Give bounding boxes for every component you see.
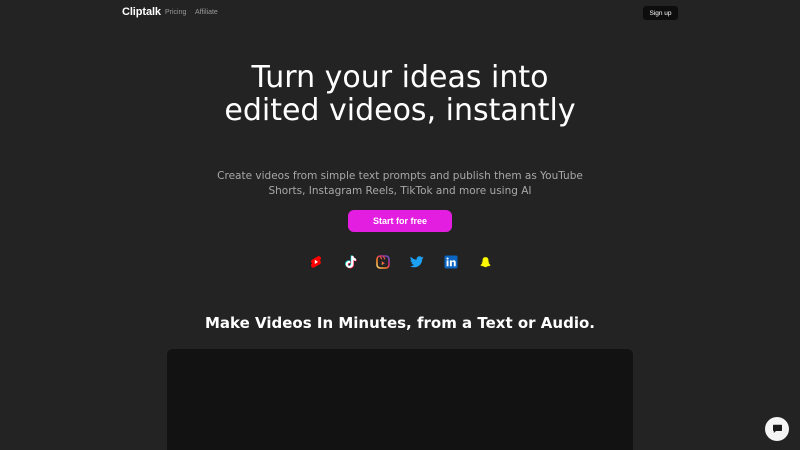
snapchat-icon[interactable] (476, 253, 494, 271)
section-title: Make Videos In Minutes, from a Text or A… (205, 314, 595, 332)
top-nav: Cliptalk Pricing Affiliate Sign up (0, 0, 800, 26)
tiktok-icon[interactable] (341, 253, 359, 271)
chat-icon (772, 424, 782, 433)
twitter-icon[interactable] (408, 253, 426, 271)
nav-link-affiliate[interactable]: Affiliate (195, 9, 218, 16)
video-player[interactable] (167, 349, 633, 450)
hero-title: Turn your ideas into edited videos, inst… (224, 60, 576, 128)
start-for-free-button[interactable]: Start for free (348, 210, 452, 232)
nav-link-pricing[interactable]: Pricing (165, 9, 186, 16)
logo[interactable]: Cliptalk (122, 6, 161, 18)
signup-button[interactable]: Sign up (643, 6, 678, 20)
linkedin-icon[interactable] (442, 253, 460, 271)
chat-button[interactable] (765, 417, 789, 441)
instagram-reels-icon[interactable] (374, 253, 392, 271)
platform-icons (306, 253, 496, 271)
youtube-shorts-icon[interactable] (307, 253, 325, 271)
hero-subtitle: Create videos from simple text prompts a… (217, 170, 583, 197)
